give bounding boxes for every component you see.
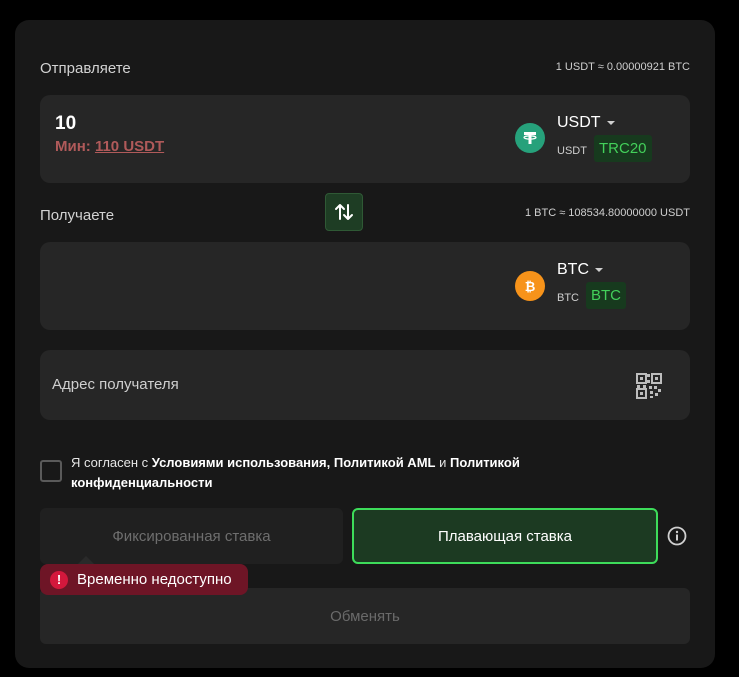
- chevron-down-icon: [595, 268, 603, 272]
- terms-of-use-link[interactable]: Условиями использования,: [152, 455, 330, 470]
- send-currency-small: USDT: [557, 145, 587, 157]
- exchange-card: Отправляете 1 USDT ≈ 0.00000921 BTC 10 М…: [15, 20, 715, 668]
- qr-code-icon[interactable]: [636, 373, 662, 399]
- receive-panel: ₿ BTC BTC BTC: [40, 242, 690, 330]
- bitcoin-icon: ₿: [515, 271, 545, 301]
- svg-text:₿: ₿: [525, 280, 536, 294]
- recipient-address-placeholder: Адрес получателя: [52, 376, 179, 393]
- send-currency-select[interactable]: USDT: [557, 114, 615, 132]
- exchange-submit-button[interactable]: Обменять: [40, 588, 690, 644]
- send-currency: USDT: [557, 114, 601, 131]
- receive-currency-select[interactable]: BTC: [557, 261, 603, 279]
- terms-checkbox[interactable]: [40, 460, 62, 482]
- terms-and: и: [439, 455, 447, 470]
- receive-label: Получаете: [40, 207, 115, 224]
- min-amount-link[interactable]: 110 USDT: [95, 138, 164, 155]
- receive-rate: 1 BTC ≈ 108534.80000000 USDT: [524, 207, 690, 219]
- info-icon[interactable]: [667, 526, 687, 546]
- send-label: Отправляете: [40, 60, 131, 77]
- send-panel: 10 Мин: 110 USDT USDT USDT TRC20: [40, 95, 690, 183]
- receive-currency: BTC: [557, 261, 589, 278]
- recipient-address-field[interactable]: Адрес получателя: [40, 350, 690, 420]
- floating-rate-button[interactable]: Плавающая ставка: [352, 508, 658, 564]
- error-icon: !: [50, 570, 68, 589]
- swap-direction-button[interactable]: [325, 193, 363, 231]
- unavailable-tooltip: ! Временно недоступно: [40, 556, 248, 595]
- swap-arrows-icon: [335, 204, 353, 220]
- chevron-down-icon: [606, 121, 615, 125]
- terms-text: Я согласен с Условиями использования, По…: [71, 453, 631, 493]
- send-rate: 1 USDT ≈ 0.00000921 BTC: [555, 61, 690, 73]
- send-amount-input[interactable]: 10: [55, 113, 76, 135]
- receive-currency-small: BTC: [557, 292, 579, 304]
- receive-network-badge: BTC: [586, 282, 626, 309]
- send-network-badge: TRC20: [594, 135, 652, 162]
- min-amount: Мин: 110 USDT: [55, 138, 164, 155]
- min-prefix: Мин:: [55, 138, 91, 155]
- aml-policy-link[interactable]: Политикой AML: [334, 455, 436, 470]
- tooltip-text: Временно недоступно: [77, 571, 232, 588]
- terms-prefix: Я согласен с: [71, 455, 149, 470]
- tether-icon: [515, 123, 545, 153]
